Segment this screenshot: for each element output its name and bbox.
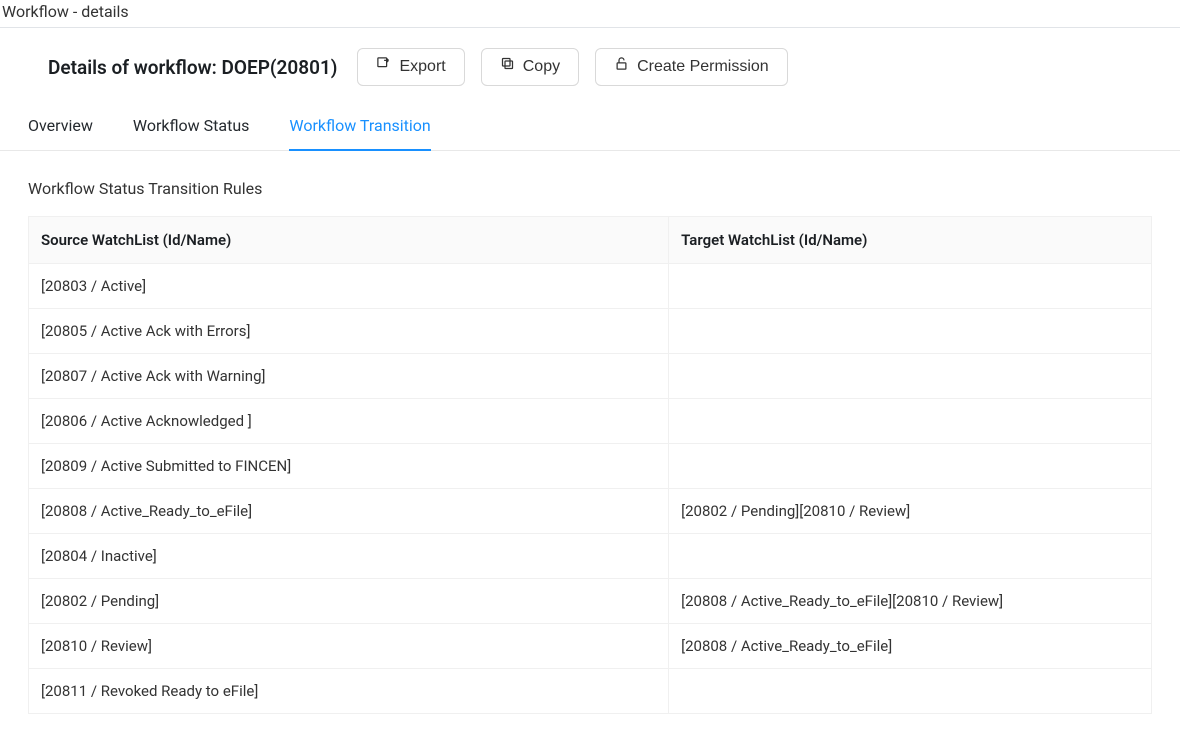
tab-workflow-status[interactable]: Workflow Status [133,106,250,151]
target-cell: [20802 / Pending][20810 / Review] [669,489,1152,534]
export-button[interactable]: Export [357,48,464,86]
transition-rules-table: Source WatchList (Id/Name) Target WatchL… [28,216,1152,714]
table-row: [20804 / Inactive] [29,534,1152,579]
tab-workflow-transition[interactable]: Workflow Transition [289,106,430,151]
breadcrumb: Workflow - details [0,0,1180,28]
export-icon [376,56,391,78]
tabs: Overview Workflow Status Workflow Transi… [0,98,1180,151]
target-cell [669,444,1152,489]
source-cell: [20810 / Review] [29,624,669,669]
source-cell: [20809 / Active Submitted to FINCEN] [29,444,669,489]
page-header: Details of workflow: DOEP(20801) Export … [0,28,1180,98]
source-cell: [20808 / Active_Ready_to_eFile] [29,489,669,534]
source-cell: [20806 / Active Acknowledged ] [29,399,669,444]
export-button-label: Export [399,56,445,78]
source-cell: [20805 / Active Ack with Errors] [29,309,669,354]
source-cell: [20807 / Active Ack with Warning] [29,354,669,399]
page-title: Details of workflow: DOEP(20801) [48,56,337,79]
copy-button[interactable]: Copy [481,48,579,86]
copy-icon [500,56,515,78]
source-cell: [20811 / Revoked Ready to eFile] [29,669,669,714]
target-cell: [20808 / Active_Ready_to_eFile] [669,624,1152,669]
create-permission-button[interactable]: Create Permission [595,48,788,86]
section-title: Workflow Status Transition Rules [28,179,1152,198]
table-row: [20803 / Active] [29,264,1152,309]
tab-overview[interactable]: Overview [28,106,93,151]
create-permission-button-label: Create Permission [637,56,769,78]
copy-button-label: Copy [523,56,560,78]
table-row: [20809 / Active Submitted to FINCEN] [29,444,1152,489]
table-row: [20807 / Active Ack with Warning] [29,354,1152,399]
source-cell: [20804 / Inactive] [29,534,669,579]
table-row: [20811 / Revoked Ready to eFile] [29,669,1152,714]
target-cell [669,309,1152,354]
lock-icon [614,56,629,78]
target-cell [669,399,1152,444]
table-row: [20808 / Active_Ready_to_eFile][20802 / … [29,489,1152,534]
target-cell [669,264,1152,309]
table-row: [20805 / Active Ack with Errors] [29,309,1152,354]
content: Workflow Status Transition Rules Source … [0,151,1180,714]
column-header-target: Target WatchList (Id/Name) [669,217,1152,264]
source-cell: [20802 / Pending] [29,579,669,624]
table-row: [20810 / Review][20808 / Active_Ready_to… [29,624,1152,669]
target-cell [669,534,1152,579]
target-cell [669,354,1152,399]
target-cell [669,669,1152,714]
table-row: [20802 / Pending][20808 / Active_Ready_t… [29,579,1152,624]
target-cell: [20808 / Active_Ready_to_eFile][20810 / … [669,579,1152,624]
column-header-source: Source WatchList (Id/Name) [29,217,669,264]
source-cell: [20803 / Active] [29,264,669,309]
table-row: [20806 / Active Acknowledged ] [29,399,1152,444]
